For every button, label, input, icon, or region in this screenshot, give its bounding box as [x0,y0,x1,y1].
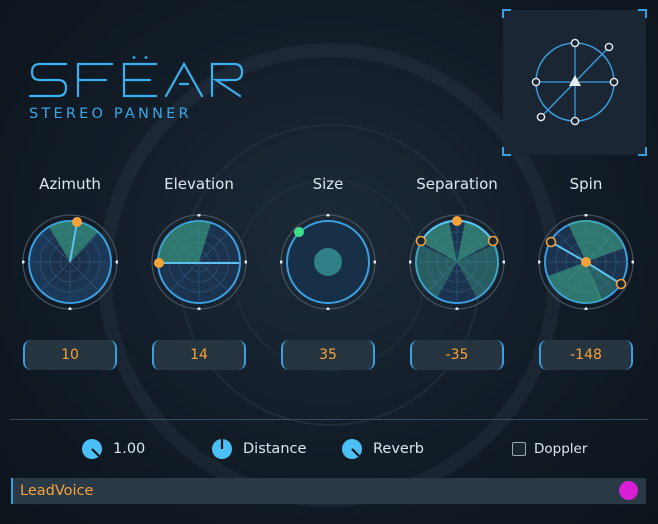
distance-knob-icon[interactable] [211,438,233,460]
size-value[interactable]: 35 [281,340,375,370]
separation-control: Separation [401,174,513,310]
elevation-value[interactable]: 14 [152,340,246,370]
size-control: Size [272,174,384,310]
reverb-label: Reverb [373,441,425,457]
doppler-checkbox[interactable] [512,442,526,456]
distance-label: Distance [243,441,307,457]
separation-knob[interactable] [409,214,505,310]
track-color-swatch[interactable] [619,481,638,500]
track-name-bar[interactable]: LeadVoice [11,478,646,504]
distance-control: Distance [211,436,306,462]
azimuth-label: Azimuth [39,175,101,193]
reverb-knob-icon[interactable] [341,438,363,460]
spatial-minimap[interactable] [502,9,647,156]
gain-knob-icon[interactable] [81,438,103,460]
azimuth-knob[interactable] [22,214,118,310]
gain-control: 1.00 [81,436,145,462]
sfear-logo [26,56,248,108]
spin-value[interactable]: -148 [539,340,633,370]
track-name[interactable]: LeadVoice [20,478,93,504]
elevation-label: Elevation [164,175,234,193]
separation-label: Separation [416,175,498,193]
subtitle: STEREO PANNER [29,106,192,122]
azimuth-control: Azimuth [14,174,126,310]
doppler-control: Doppler [512,436,587,462]
spin-control: Spin [530,174,642,310]
size-knob[interactable] [280,214,376,310]
elevation-knob[interactable] [151,214,247,310]
gain-value: 1.00 [113,441,146,457]
size-label: Size [312,175,344,193]
spin-label: Spin [569,175,603,193]
doppler-label: Doppler [534,441,588,457]
azimuth-value[interactable]: 10 [23,340,117,370]
divider [10,419,648,420]
separation-value[interactable]: -35 [410,340,504,370]
elevation-control: Elevation [143,174,255,310]
spin-knob[interactable] [538,214,634,310]
reverb-control: Reverb [341,436,424,462]
